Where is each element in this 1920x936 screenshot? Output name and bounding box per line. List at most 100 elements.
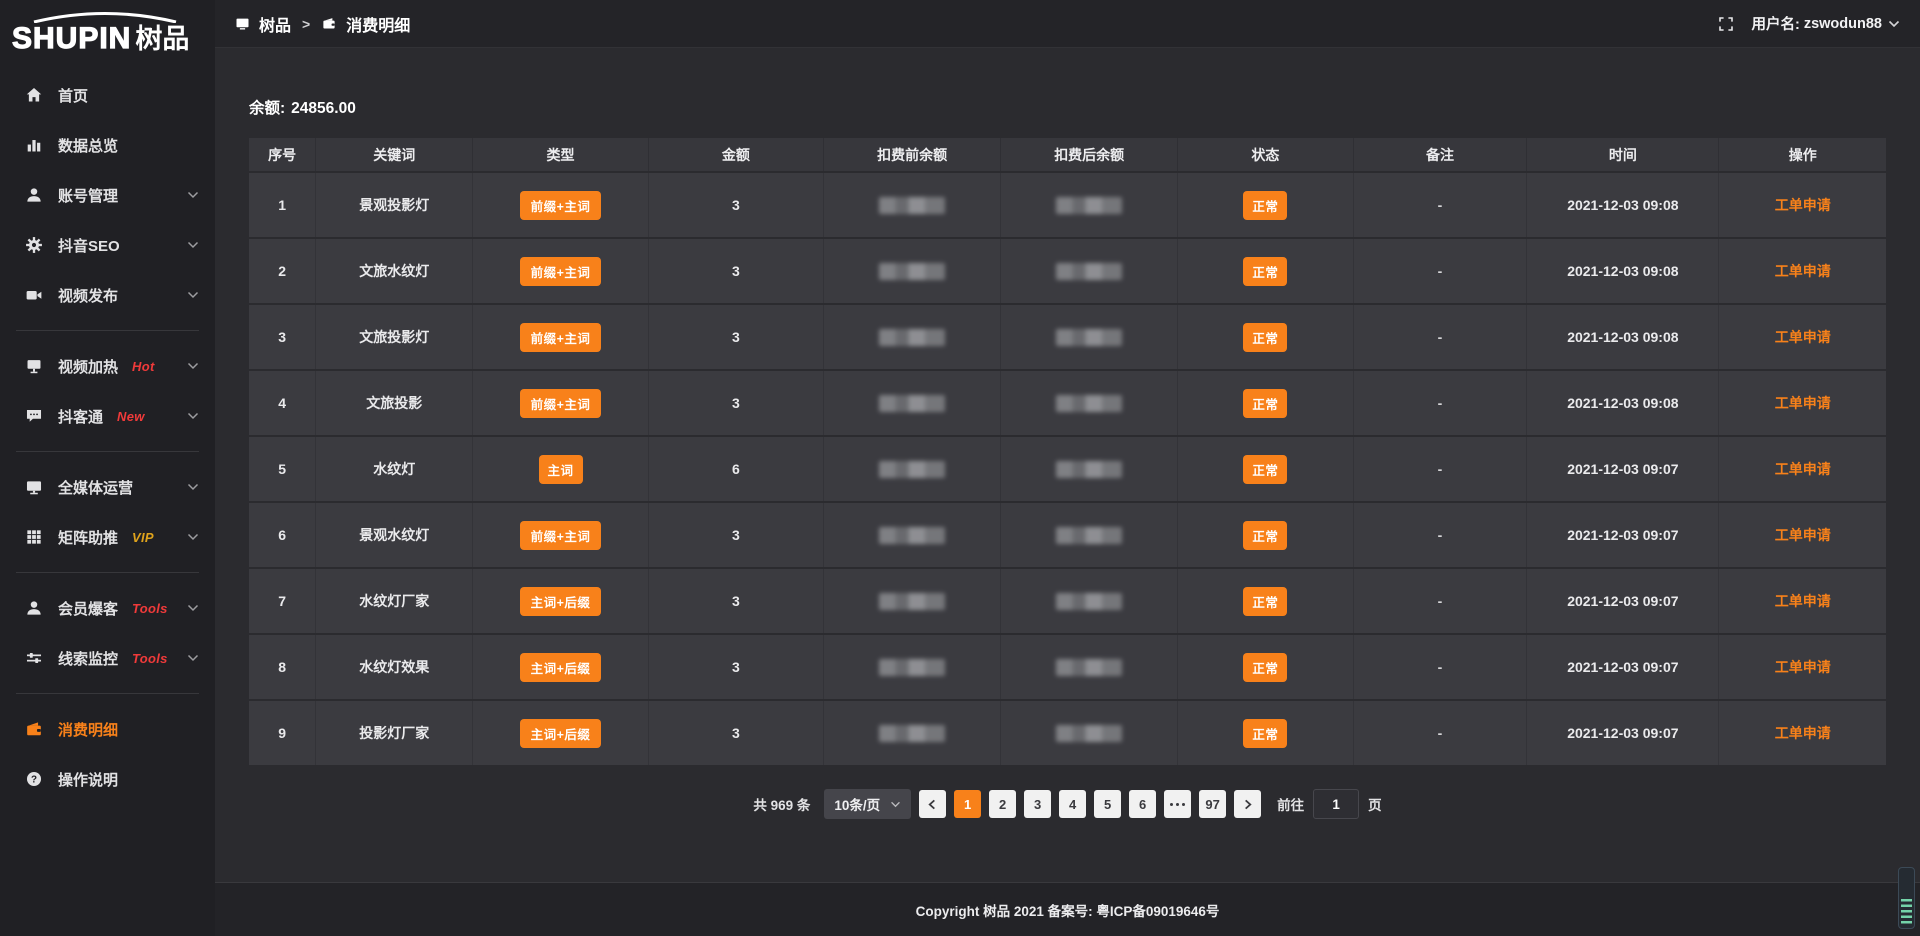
user-icon: [24, 185, 44, 205]
sidebar-item-label: 矩阵助推: [58, 527, 118, 548]
status-badge: 正常: [1243, 521, 1287, 550]
sidebar-item-account-manage[interactable]: 账号管理: [0, 170, 215, 220]
cell-balance-before: [824, 502, 1001, 568]
row-index: 4: [278, 395, 286, 411]
status-badge: 正常: [1243, 587, 1287, 616]
page-button-6[interactable]: 6: [1129, 790, 1156, 818]
breadcrumb-root[interactable]: 树品: [259, 12, 291, 36]
redacted-balance-after: [1056, 461, 1122, 478]
cell-amount: 3: [648, 238, 823, 304]
cell-index: 7: [249, 568, 316, 634]
page-button-5[interactable]: 5: [1094, 790, 1121, 818]
cell-action: 工单申请: [1719, 502, 1886, 568]
type-badge: 主词+后缀: [520, 653, 602, 682]
sidebar-divider: [16, 572, 199, 573]
cell-status: 正常: [1178, 634, 1353, 700]
sidebar-item-video-publish[interactable]: 视频发布: [0, 270, 215, 320]
cell-time: 2021-12-03 09:07: [1527, 436, 1719, 502]
page-size-select[interactable]: 10条/页: [824, 789, 911, 819]
cell-remark: -: [1353, 568, 1527, 634]
amount-value: 3: [732, 659, 740, 675]
redacted-balance-after: [1056, 725, 1122, 742]
goto-page-input[interactable]: [1313, 789, 1359, 819]
sidebar-item-video-heat[interactable]: 视频加热Hot: [0, 341, 215, 391]
cell-action: 工单申请: [1719, 304, 1886, 370]
keyword-text: 文旅水纹灯: [359, 263, 429, 279]
work-order-link[interactable]: 工单申请: [1775, 527, 1831, 543]
time-text: 2021-12-03 09:07: [1567, 659, 1678, 675]
sidebar-item-tag: Tools: [132, 651, 168, 666]
work-order-link[interactable]: 工单申请: [1775, 197, 1831, 213]
page-button-97[interactable]: 97: [1199, 790, 1226, 818]
cell-status: 正常: [1178, 304, 1353, 370]
cell-index: 5: [249, 436, 316, 502]
cell-amount: 3: [648, 172, 823, 238]
sidebar-item-matrix-boost[interactable]: 矩阵助推VIP: [0, 512, 215, 562]
type-badge: 前缀+主词: [520, 521, 602, 550]
cell-balance-after: [1001, 172, 1178, 238]
work-order-link[interactable]: 工单申请: [1775, 725, 1831, 741]
cell-index: 1: [249, 172, 316, 238]
cell-index: 6: [249, 502, 316, 568]
column-header-5: 扣费后余额: [1001, 138, 1178, 172]
time-text: 2021-12-03 09:07: [1567, 725, 1678, 741]
page-button-list: 123456 97: [954, 790, 1226, 818]
logo-text-cn: 树品: [135, 26, 189, 53]
more-pages-button[interactable]: [1164, 790, 1191, 818]
work-order-link[interactable]: 工单申请: [1775, 395, 1831, 411]
sidebar-item-member-booster[interactable]: 会员爆客Tools: [0, 583, 215, 633]
prev-page-button[interactable]: [919, 790, 946, 818]
work-order-link[interactable]: 工单申请: [1775, 329, 1831, 345]
cell-remark: -: [1353, 238, 1527, 304]
username: zswodun88: [1804, 16, 1882, 32]
scroll-indicator-widget[interactable]: [1898, 867, 1915, 929]
cell-index: 9: [249, 700, 316, 766]
sidebar-item-douyin-seo[interactable]: 抖音SEO: [0, 220, 215, 270]
sidebar-item-douketong[interactable]: 抖客通New: [0, 391, 215, 441]
balance: 余额:24856.00: [215, 48, 1920, 118]
logo-text-en: SHUPIN: [12, 24, 131, 54]
user-menu[interactable]: 用户名: zswodun88: [1752, 13, 1901, 34]
type-badge: 主词+后缀: [520, 587, 602, 616]
sidebar-item-data-overview[interactable]: 数据总览: [0, 120, 215, 170]
row-index: 2: [278, 263, 286, 279]
sidebar-item-operation-guide[interactable]: ?操作说明: [0, 754, 215, 804]
sidebar-item-home[interactable]: 首页: [0, 70, 215, 120]
work-order-link[interactable]: 工单申请: [1775, 659, 1831, 675]
video-camera-icon: [24, 285, 44, 305]
redacted-balance-after: [1056, 395, 1122, 412]
cell-time: 2021-12-03 09:07: [1527, 634, 1719, 700]
page-button-1[interactable]: 1: [954, 790, 981, 818]
cell-status: 正常: [1178, 502, 1353, 568]
sidebar-item-label: 会员爆客: [58, 598, 118, 619]
sidebar-item-consume-detail[interactable]: 消费明细: [0, 704, 215, 754]
status-badge: 正常: [1243, 389, 1287, 418]
work-order-link[interactable]: 工单申请: [1775, 461, 1831, 477]
column-header-4: 扣费前余额: [824, 138, 1001, 172]
redacted-balance-after: [1056, 593, 1122, 610]
cell-amount: 3: [648, 370, 823, 436]
column-header-9: 操作: [1719, 138, 1886, 172]
sidebar-item-lead-monitor[interactable]: 线索监控Tools: [0, 633, 215, 683]
cell-type: 前缀+主词: [473, 238, 648, 304]
page-size-value: 10条/页: [834, 794, 880, 814]
work-order-link[interactable]: 工单申请: [1775, 263, 1831, 279]
fullscreen-icon[interactable]: [1718, 16, 1734, 32]
sidebar-item-label: 数据总览: [58, 135, 118, 156]
remark-text: -: [1438, 659, 1443, 675]
page-button-3[interactable]: 3: [1024, 790, 1051, 818]
time-text: 2021-12-03 09:07: [1567, 461, 1678, 477]
cell-keyword: 景观投影灯: [316, 172, 473, 238]
chevron-down-icon: [187, 533, 199, 541]
balance-label: 余额:: [249, 100, 285, 117]
sidebar-item-label: 消费明细: [58, 719, 118, 740]
sidebar-item-media-operation[interactable]: 全媒体运营: [0, 462, 215, 512]
page-button-4[interactable]: 4: [1059, 790, 1086, 818]
work-order-link[interactable]: 工单申请: [1775, 593, 1831, 609]
next-page-button[interactable]: [1234, 790, 1261, 818]
redacted-balance-after: [1056, 263, 1122, 280]
type-badge: 前缀+主词: [520, 257, 602, 286]
question-icon: ?: [24, 769, 44, 789]
cell-index: 2: [249, 238, 316, 304]
page-button-2[interactable]: 2: [989, 790, 1016, 818]
